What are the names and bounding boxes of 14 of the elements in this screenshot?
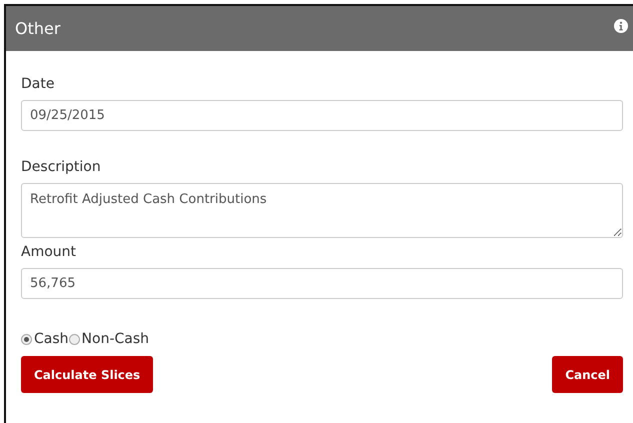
field-label: Description	[21, 159, 102, 175]
input-field[interactable]: 09/25/2015	[21, 100, 623, 131]
action-button[interactable]: Calculate Slices	[21, 356, 154, 393]
radio-button[interactable]	[68, 334, 80, 344]
radio-label[interactable]: Non-Cash	[82, 331, 150, 347]
radio-label[interactable]: Cash	[34, 331, 69, 347]
textarea-field[interactable]: Retrofit Adjusted Cash Contributions	[21, 183, 623, 238]
panel-title: Other	[15, 19, 60, 38]
action-button[interactable]: Cancel	[552, 356, 623, 393]
input-field[interactable]: 56,765	[21, 268, 623, 299]
info-icon[interactable]	[614, 19, 628, 33]
field-label: Date	[21, 76, 56, 92]
field-label: Amount	[21, 244, 78, 260]
radio-button[interactable]	[21, 334, 32, 344]
